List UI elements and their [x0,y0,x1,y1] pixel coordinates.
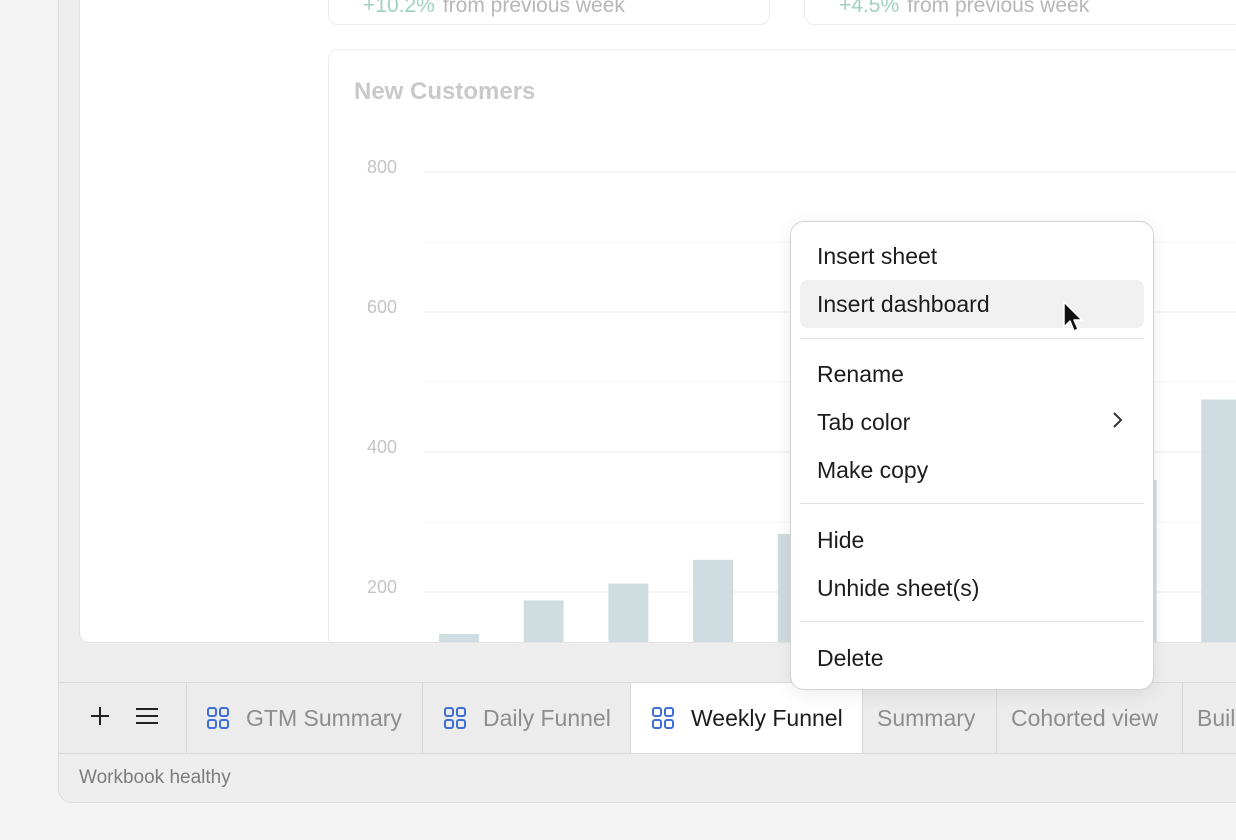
dashboard-grid-icon [207,707,229,729]
menu-item-hide[interactable]: Hide [800,516,1144,564]
menu-item-label: Insert sheet [817,243,938,269]
menu-item-label: Make copy [817,457,929,483]
menu-item-rename[interactable]: Rename [800,350,1144,398]
tab-label: Weekly Funnel [691,704,843,731]
mouse-pointer-icon [1063,301,1083,332]
kpi-delta-value: +4.5% [839,0,900,17]
menu-item-insert-dashboard[interactable]: Insert dashboard [800,280,1144,328]
chart-bar [439,634,479,642]
menu-divider [800,621,1144,622]
menu-item-tab-color[interactable]: Tab color [800,398,1144,446]
menu-item-insert-sheet[interactable]: Insert sheet [800,232,1144,280]
dashboard-grid-icon [444,707,466,729]
y-tick-label: 800 [367,157,397,177]
y-tick-label: 600 [367,297,397,317]
kpi-card: +4.5% from previous week [804,0,1236,25]
menu-item-label: Insert dashboard [817,291,990,317]
menu-divider [800,503,1144,504]
chart-bar [693,559,734,642]
menu-item-unhide-sheets[interactable]: Unhide sheet(s) [800,564,1144,612]
status-text: Workbook healthy [79,767,231,788]
tab-build[interactable]: Buil [1183,683,1236,753]
tab-cohorted-view[interactable]: Cohorted view [997,683,1183,753]
y-tick-label: 200 [367,577,397,597]
sheet-context-menu: Insert sheet Insert dashboard Rename Tab… [790,221,1154,690]
chart-bar [608,583,649,642]
sheet-tab-bar: GTM Summary Daily Funnel Weekly Funnel S… [59,682,1236,754]
tab-label: Cohorted view [1011,704,1159,731]
menu-divider [800,338,1144,339]
y-tick-label: 400 [367,437,397,457]
tab-summary[interactable]: Summary [863,683,997,753]
tab-label: Daily Funnel [483,704,611,731]
plus-icon[interactable] [89,703,111,733]
kpi-card: +10.2% from previous week [328,0,770,25]
dashboard-grid-icon [652,707,674,729]
menu-item-label: Rename [817,361,904,387]
chart-bar [523,600,564,642]
tab-tools [59,683,187,753]
menu-item-label: Delete [817,645,884,671]
kpi-delta-value: +10.2% [363,0,435,17]
chevron-right-icon [1112,398,1124,446]
menu-icon[interactable] [135,703,159,733]
kpi-delta: +10.2% from previous week [363,0,625,18]
menu-item-label: Unhide sheet(s) [817,575,980,601]
tab-label: Buil [1197,704,1236,731]
kpi-delta-caption: from previous week [442,0,625,17]
menu-item-label: Tab color [817,409,911,435]
kpi-delta: +4.5% from previous week [839,0,1089,18]
menu-item-delete[interactable]: Delete [800,634,1144,682]
menu-item-label: Hide [817,527,865,553]
tab-label: Summary [877,704,976,731]
kpi-delta-caption: from previous week [907,0,1090,17]
tab-weekly-funnel[interactable]: Weekly Funnel [631,683,863,753]
tab-label: GTM Summary [246,704,402,731]
tab-gtm-summary[interactable]: GTM Summary [186,683,423,753]
chart-bar [1201,399,1236,642]
tab-daily-funnel[interactable]: Daily Funnel [423,683,631,753]
menu-item-make-copy[interactable]: Make copy [800,446,1144,494]
